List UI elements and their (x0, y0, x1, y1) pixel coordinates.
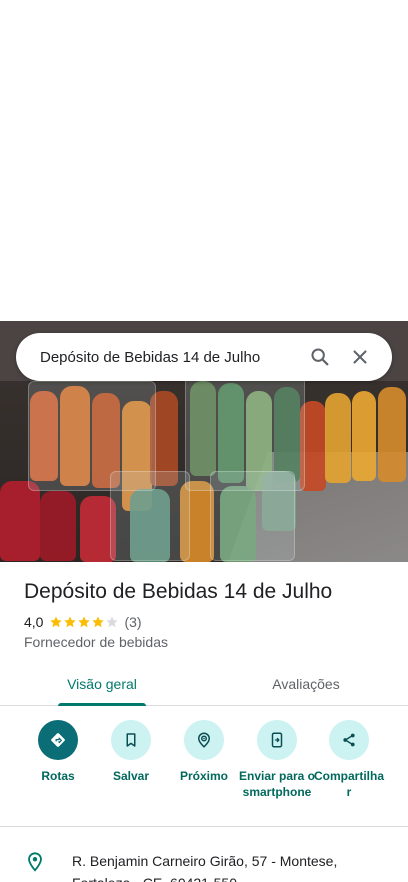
share-icon (329, 720, 369, 760)
tab-overview[interactable]: Visão geral (0, 662, 204, 705)
save-label: Salvar (112, 769, 150, 783)
bookmark-icon (111, 720, 151, 760)
star-icon (92, 616, 105, 628)
directions-icon (38, 720, 78, 760)
divider (0, 826, 408, 827)
search-icon[interactable] (300, 337, 340, 377)
photo-pack (210, 471, 295, 561)
search-bar[interactable]: Depósito de Bebidas 14 de Julho (16, 333, 392, 381)
star-icon (64, 616, 77, 628)
directions-label: Rotas (41, 769, 75, 783)
directions-button[interactable]: Rotas (21, 720, 95, 784)
nearby-button[interactable]: Próximo (167, 720, 241, 784)
star-icon (50, 616, 63, 628)
share-label: Compartilhar (313, 769, 384, 799)
place-title: Depósito de Bebidas 14 de Julho (24, 580, 333, 603)
photo-bottle (40, 491, 76, 561)
address-row[interactable]: R. Benjamin Carneiro Girão, 57 - Montese… (0, 844, 408, 882)
close-icon[interactable] (340, 337, 380, 377)
share-button[interactable]: Compartilhar (312, 720, 386, 800)
map-blank-area[interactable] (0, 0, 408, 321)
nearby-icon (184, 720, 224, 760)
send-to-phone-label: Enviar para o smartphone (238, 769, 316, 799)
action-buttons: Rotas Salvar Próximo Enviar para o smart… (0, 720, 408, 820)
search-input[interactable]: Depósito de Bebidas 14 de Julho (40, 349, 300, 366)
location-pin-icon (28, 852, 42, 872)
send-to-phone-icon (257, 720, 297, 760)
tab-bar: Visão geral Avaliações (0, 662, 408, 706)
review-count: (3) (124, 614, 142, 630)
tab-reviews[interactable]: Avaliações (204, 662, 408, 705)
star-rating (49, 615, 119, 629)
nearby-label: Próximo (179, 769, 228, 783)
photo-pack (110, 471, 190, 561)
photo-bottle (325, 393, 351, 483)
rating-value: 4,0 (24, 614, 44, 630)
photo-bottle (352, 391, 376, 481)
send-to-phone-button[interactable]: Enviar para o smartphone (238, 720, 316, 800)
place-category: Fornecedor de bebidas (24, 634, 168, 650)
photo-bottle (378, 387, 406, 482)
photo-bottle (0, 481, 40, 561)
star-empty-icon (106, 616, 119, 628)
rating-row[interactable]: 4,0 (3) (24, 614, 142, 630)
place-info-panel: Depósito de Bebidas 14 de Julho 4,0 (3) … (0, 562, 408, 882)
star-icon (78, 616, 91, 628)
save-button[interactable]: Salvar (94, 720, 168, 784)
address-text: R. Benjamin Carneiro Girão, 57 - Montese… (72, 853, 338, 882)
